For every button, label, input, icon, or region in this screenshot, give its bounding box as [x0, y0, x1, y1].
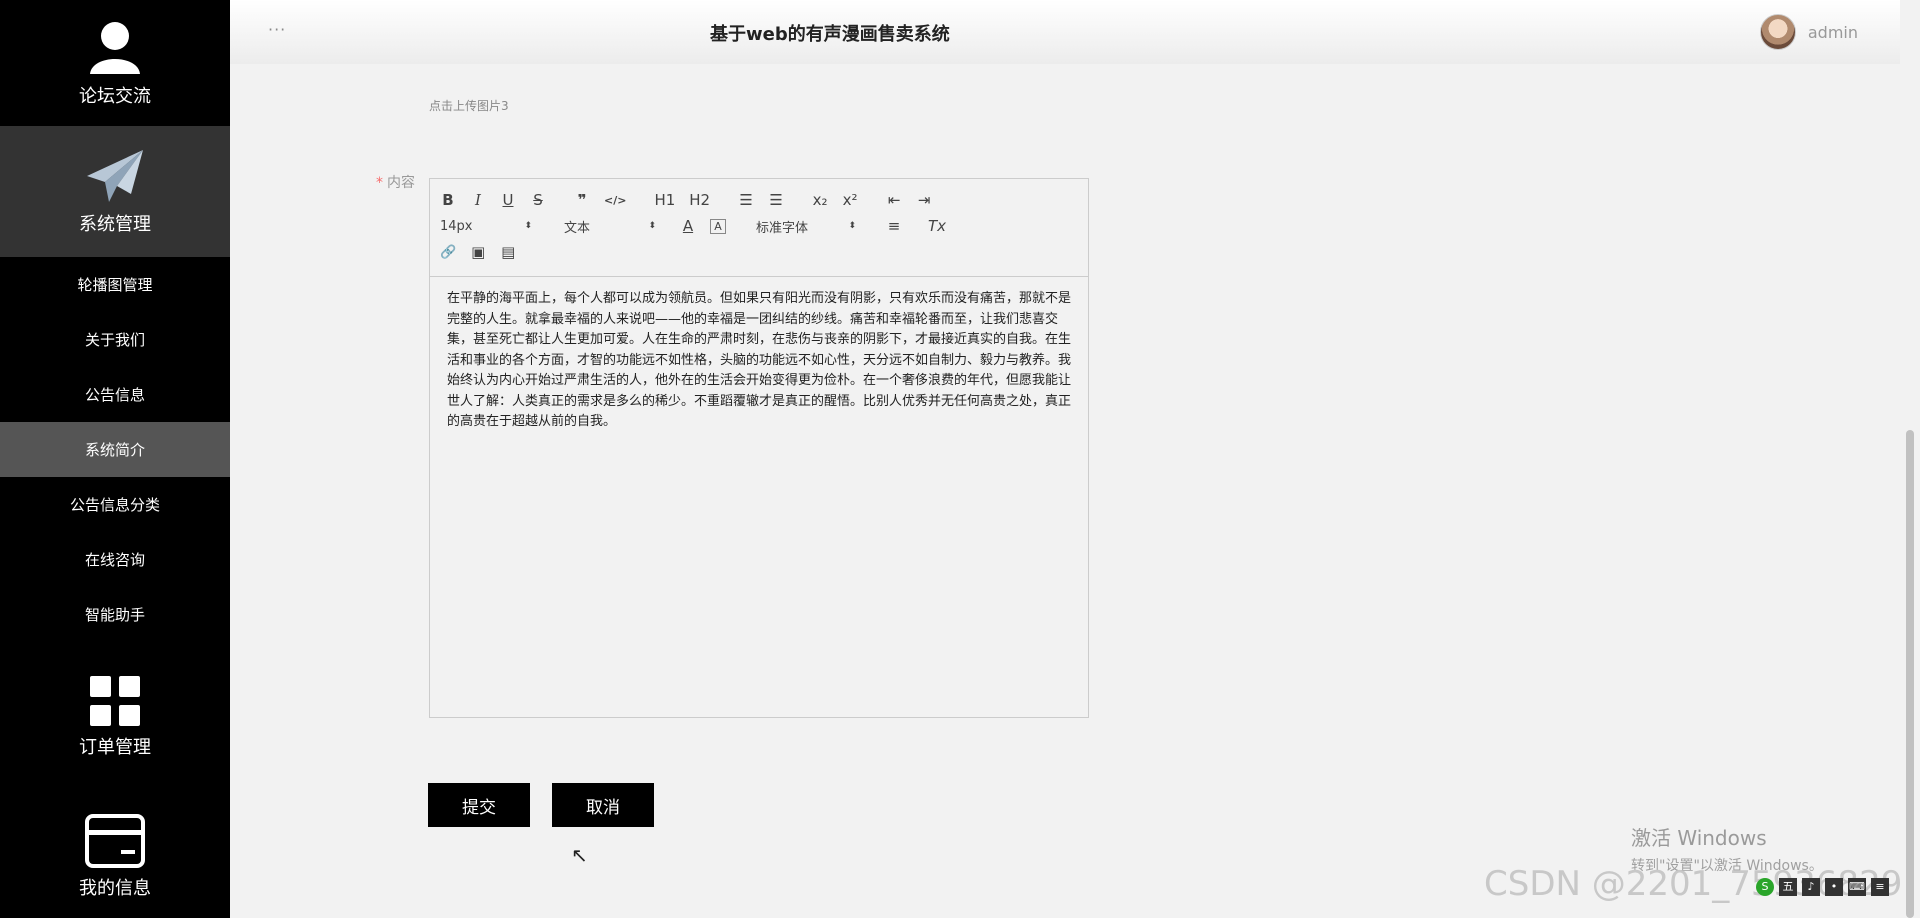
mouse-cursor-icon: ↖	[571, 843, 588, 867]
tray-icon[interactable]: ♪	[1802, 878, 1820, 896]
blockquote-button[interactable]: ❞	[574, 191, 590, 209]
sidebar-label-mine: 我的信息	[79, 878, 151, 899]
user-menu[interactable]: admin	[1759, 14, 1858, 50]
subscript-button[interactable]: x₂	[812, 191, 828, 209]
upload-image-hint[interactable]: 点击上传图片3	[429, 97, 509, 114]
tray-icon[interactable]: ≡	[1871, 878, 1889, 896]
sidebar-item-forum[interactable]: 论坛交流	[0, 0, 230, 126]
editor-toolbar: B I U S ❞ </> H1 H2 ☰ ☰ x₂ x² ⇤ ⇥ 14px ⬍…	[430, 179, 1088, 277]
header-select-value: 文本	[564, 220, 591, 236]
content-label: * 内容	[376, 172, 415, 192]
sidebar-item-system[interactable]: 系统管理	[0, 126, 230, 257]
ime-icon[interactable]: S	[1756, 878, 1774, 896]
underline-button[interactable]: U	[500, 191, 516, 209]
italic-button[interactable]: I	[470, 191, 486, 209]
sidebar-item-assistant[interactable]: 智能助手	[0, 587, 230, 642]
link-button[interactable]: 🔗	[440, 245, 456, 260]
code-block-button[interactable]: </>	[604, 194, 626, 207]
sidebar-item-carousel[interactable]: 轮播图管理	[0, 257, 230, 312]
header-select[interactable]: 文本 ⬍	[564, 217, 656, 236]
rich-text-editor: B I U S ❞ </> H1 H2 ☰ ☰ x₂ x² ⇤ ⇥ 14px ⬍…	[429, 178, 1089, 718]
submit-button[interactable]: 提交	[428, 783, 530, 827]
font-family-select[interactable]: 标准字体 ⬍	[756, 217, 856, 236]
paper-plane-icon	[87, 149, 143, 202]
ordered-list-button[interactable]: ☰	[738, 191, 754, 209]
heading-2-button[interactable]: H2	[689, 191, 710, 209]
activation-title: 激活 Windows	[1631, 826, 1767, 850]
chevron-updown-icon: ⬍	[848, 221, 856, 231]
indent-button[interactable]: ⇥	[916, 191, 932, 209]
required-mark: *	[376, 175, 383, 191]
bullet-list-button[interactable]: ☰	[768, 191, 784, 209]
background-color-button[interactable]: A	[710, 218, 726, 234]
sidebar-item-mine[interactable]: 我的信息	[0, 782, 230, 918]
top-header: ··· 基于web的有声漫画售卖系统 admin	[230, 0, 1900, 64]
app-root: 论坛交流 系统管理 轮播图管理 关于我们 公告信息 系统简介 公告信息分类 在线…	[0, 0, 1920, 918]
chevron-updown-icon: ⬍	[648, 221, 656, 231]
content-label-text: 内容	[387, 175, 415, 191]
sidebar: 论坛交流 系统管理 轮播图管理 关于我们 公告信息 系统简介 公告信息分类 在线…	[0, 0, 230, 918]
card-icon	[85, 814, 145, 868]
sidebar-item-intro[interactable]: 系统简介	[0, 422, 230, 477]
toolbar-row-3: 🔗 ▣ ▤	[440, 239, 1078, 265]
tray-icon[interactable]: •	[1825, 878, 1843, 896]
keyboard-icon[interactable]: ⌨	[1848, 878, 1866, 896]
font-size-select[interactable]: 14px ⬍	[440, 219, 532, 234]
text-color-button[interactable]: A	[680, 217, 696, 235]
sidebar-label-system: 系统管理	[79, 213, 151, 235]
cancel-button[interactable]: 取消	[552, 783, 654, 827]
toolbar-row-1: B I U S ❞ </> H1 H2 ☰ ☰ x₂ x² ⇤ ⇥	[440, 187, 1078, 213]
strike-button[interactable]: S	[530, 191, 546, 209]
page-title: 基于web的有声漫画售卖系统	[710, 24, 950, 45]
sidebar-label-order: 订单管理	[79, 737, 151, 758]
superscript-button[interactable]: x²	[842, 191, 858, 209]
clean-format-button[interactable]: Tx	[928, 217, 946, 235]
sidebar-item-order[interactable]: 订单管理	[0, 652, 230, 782]
sidebar-item-consult[interactable]: 在线咨询	[0, 532, 230, 587]
username[interactable]: admin	[1808, 23, 1858, 42]
sidebar-item-notice-category[interactable]: 公告信息分类	[0, 477, 230, 532]
toolbar-row-2: 14px ⬍ 文本 ⬍ A A 标准字体 ⬍ ≡ Tx	[440, 213, 1078, 239]
sidebar-label-forum: 论坛交流	[79, 86, 151, 107]
chevron-updown-icon: ⬍	[524, 221, 532, 231]
sidebar-item-about[interactable]: 关于我们	[0, 312, 230, 367]
video-button[interactable]: ▤	[500, 243, 516, 261]
sidebar-item-notice[interactable]: 公告信息	[0, 367, 230, 422]
user-icon	[90, 22, 140, 74]
align-button[interactable]: ≡	[886, 217, 902, 235]
image-button[interactable]: ▣	[470, 243, 486, 261]
grid-icon	[90, 676, 140, 726]
outdent-button[interactable]: ⇤	[886, 191, 902, 209]
font-size-value: 14px	[440, 218, 473, 234]
system-tray: S 五 ♪ • ⌨ ≡	[1756, 878, 1889, 896]
font-family-value: 标准字体	[756, 220, 809, 236]
collapse-menu-icon[interactable]: ···	[268, 20, 286, 39]
heading-1-button[interactable]: H1	[654, 191, 675, 209]
scrollbar-thumb[interactable]	[1906, 430, 1914, 918]
bold-button[interactable]: B	[440, 191, 456, 209]
tray-icon[interactable]: 五	[1779, 878, 1797, 896]
avatar[interactable]	[1759, 14, 1796, 50]
editor-content[interactable]: 在平静的海平面上，每个人都可以成为领航员。但如果只有阳光而没有阴影，只有欢乐而没…	[430, 277, 1088, 445]
